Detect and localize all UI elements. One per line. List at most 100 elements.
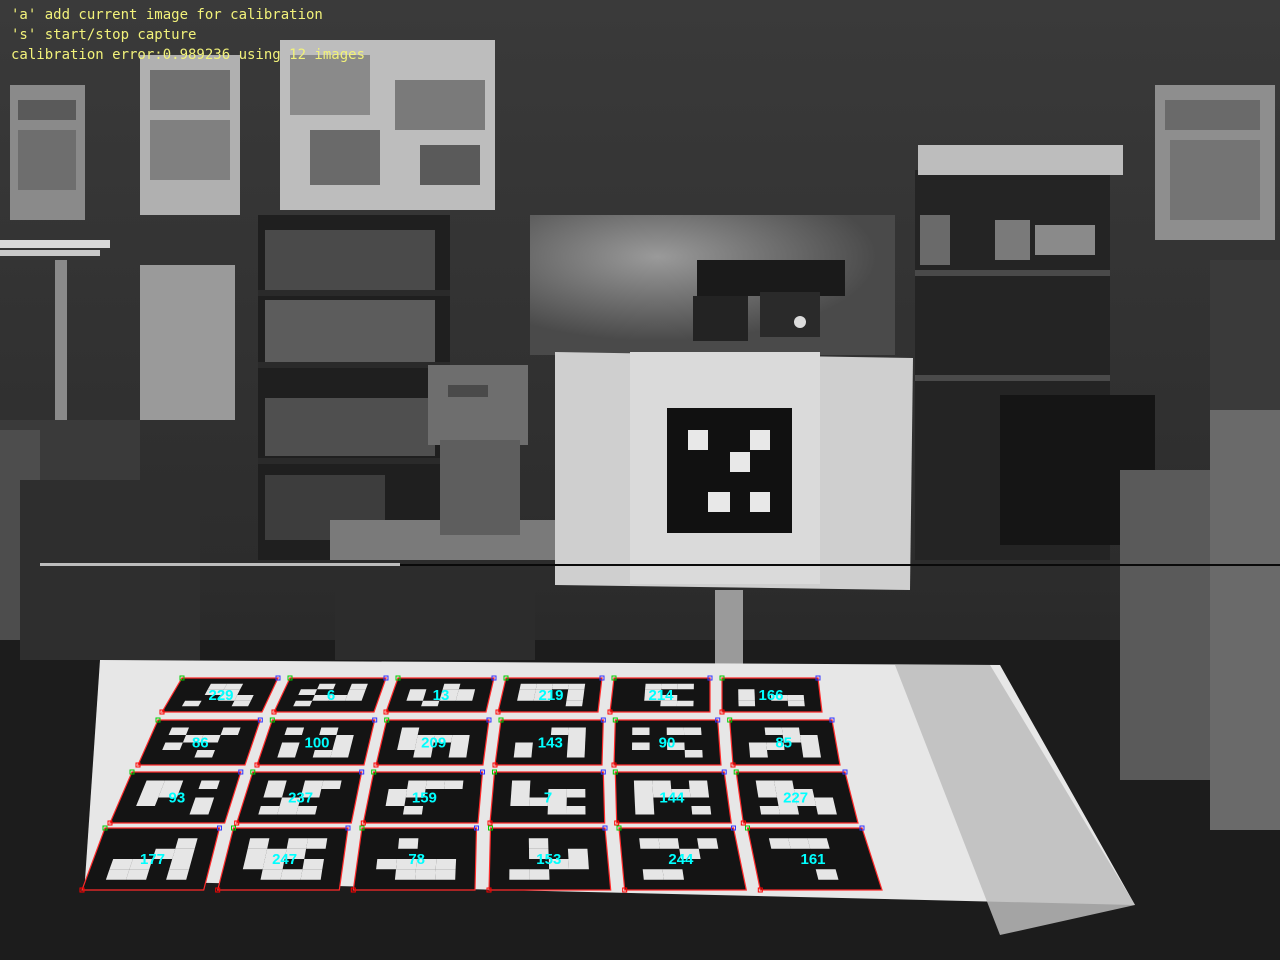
marker-bit (448, 750, 468, 758)
marker-id-label: 90 (659, 735, 676, 752)
marker-bit (748, 742, 767, 750)
marker-bit (220, 727, 241, 735)
marker-bit (435, 869, 456, 880)
marker-bit (517, 695, 535, 701)
marker-bit (192, 797, 215, 806)
aruco-marker: 161 (745, 825, 883, 893)
marker-bit (688, 780, 709, 789)
marker-bit (567, 735, 586, 743)
marker-id-label: 166 (758, 687, 783, 704)
marker-bit (635, 806, 655, 815)
instruction-start-stop: 's' start/stop capture (11, 27, 197, 43)
marker-bit (567, 689, 585, 695)
aruco-marker: 247 (215, 825, 351, 893)
marker-bit (247, 838, 270, 849)
marker-bit (662, 869, 684, 880)
poster-lower-left (140, 265, 235, 420)
marker-bit (376, 859, 397, 870)
marker-bit (802, 750, 821, 758)
marker-bit (632, 727, 650, 735)
marker-bit (511, 780, 531, 789)
marker-id-label: 161 (800, 851, 825, 868)
marker-bit (568, 859, 589, 870)
instruction-add-image: 'a' add current image for calibration (11, 7, 323, 23)
aruco-marker: 166 (719, 675, 823, 715)
marker-bit (658, 838, 680, 849)
marker-bit (293, 700, 313, 707)
marker-bit (774, 780, 794, 789)
marker-bit (566, 695, 584, 701)
marker-bit (566, 806, 586, 815)
marker-bit (387, 789, 408, 798)
marker-bit (407, 780, 427, 789)
aruco-marker: 237 (234, 769, 365, 826)
marker-bit (697, 838, 719, 849)
marker-bit (277, 750, 298, 758)
marker-bit (258, 806, 280, 815)
marker-bit (757, 789, 777, 798)
aruco-marker: 7 (487, 769, 606, 826)
marker-bit (161, 780, 184, 789)
marker-bit (567, 848, 589, 859)
single-marker (667, 408, 792, 533)
marker-bit (778, 806, 799, 815)
marker-bit (509, 869, 530, 880)
marker-bit (518, 689, 536, 695)
marker-bit (398, 838, 419, 849)
marker-bit (788, 838, 811, 849)
marker-bit (198, 780, 220, 789)
marker-bit (406, 695, 425, 701)
marker-bit (566, 750, 585, 758)
marker-bit (349, 683, 368, 690)
marker-bit (634, 789, 654, 798)
marker-bit (815, 869, 839, 880)
marker-bit (332, 742, 352, 750)
marker-bit (302, 780, 324, 789)
marker-bit (449, 742, 469, 750)
marker-bit (403, 806, 424, 815)
marker-bit (105, 869, 130, 880)
marker-bit (245, 848, 268, 859)
marker-bit (302, 859, 324, 870)
marker-bit (567, 742, 586, 750)
marker-bit (109, 859, 133, 870)
marker-bit (768, 838, 791, 849)
aruco-marker: 100 (254, 717, 378, 768)
marker-id-label: 85 (775, 735, 792, 752)
aruco-marker: 227 (733, 769, 859, 826)
marker-id-label: 237 (288, 790, 313, 807)
marker-bit (566, 789, 586, 798)
marker-id-label: 227 (783, 790, 808, 807)
marker-bit (814, 797, 835, 806)
marker-id-label: 177 (140, 851, 165, 868)
marker-bit (738, 695, 755, 701)
marker-bit (126, 869, 150, 880)
marker-bit (634, 797, 654, 806)
marker-bit (816, 806, 837, 815)
marker-bit (547, 806, 567, 815)
aruco-marker: 219 (495, 675, 605, 715)
marker-id-label: 229 (208, 687, 233, 704)
marker-bit (263, 789, 285, 798)
marker-id-label: 13 (433, 687, 450, 704)
aruco-marker: 159 (360, 769, 485, 826)
marker-bit (306, 838, 328, 849)
marker-id-label: 143 (538, 735, 563, 752)
marker-id-label: 214 (648, 687, 674, 704)
aruco-marker: 143 (492, 717, 606, 768)
marker-bit (169, 859, 192, 870)
marker-bit (425, 780, 446, 789)
marker-bit (683, 727, 702, 735)
marker-bit (444, 780, 464, 789)
marker-id-label: 209 (421, 735, 446, 752)
aruco-marker: 153 (486, 825, 612, 893)
marker-bit (321, 780, 342, 789)
aruco-marker: 209 (373, 717, 492, 768)
marker-bit (510, 789, 530, 798)
marker-bit (136, 797, 159, 806)
marker-bit (181, 700, 202, 707)
marker-bit (162, 742, 183, 750)
marker-bit (652, 780, 672, 789)
marker-bit (691, 806, 712, 815)
aruco-marker: 144 (612, 769, 732, 826)
